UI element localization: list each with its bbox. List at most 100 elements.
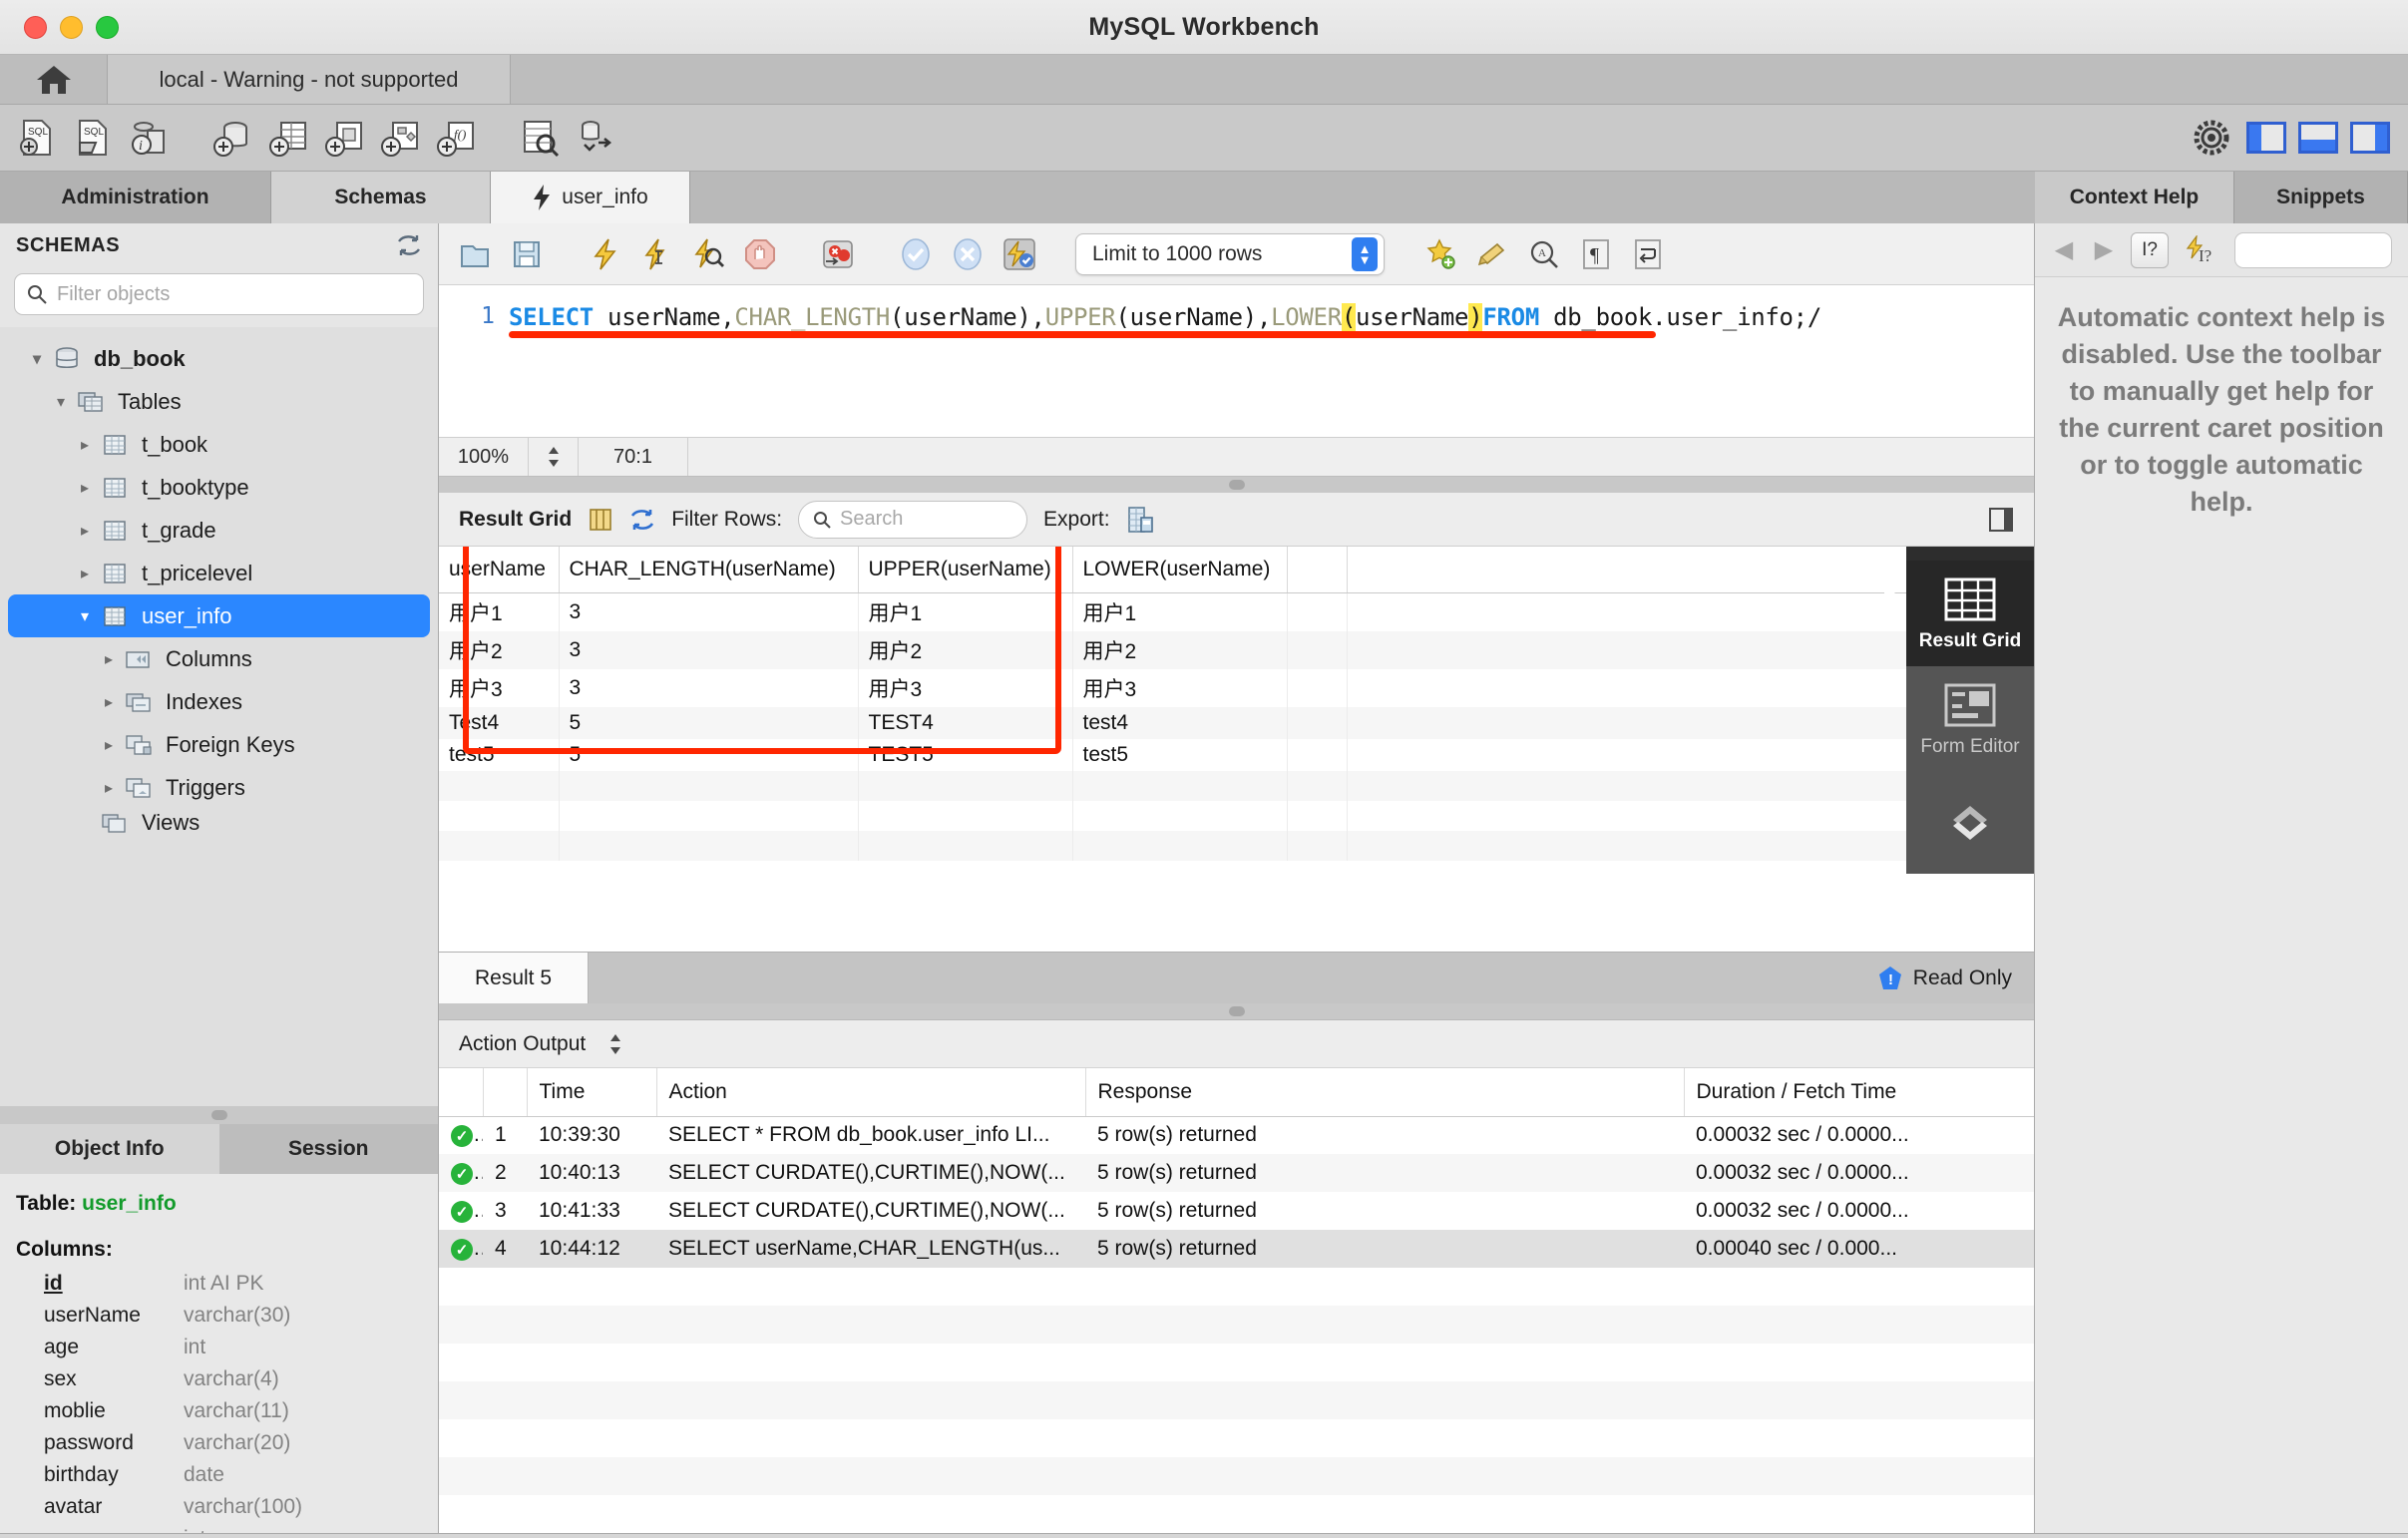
chevron-right-icon[interactable]: ▸ [72, 478, 98, 498]
result-tab-5[interactable]: Result 5 [439, 953, 589, 1003]
tab-administration[interactable]: Administration [0, 172, 271, 223]
auto-help-icon[interactable]: I? [2183, 232, 2220, 268]
stop-on-error-icon[interactable] [816, 232, 860, 276]
tree-node-user-info[interactable]: ▾ user_info [8, 594, 430, 637]
ao-col-response[interactable]: Response [1085, 1068, 1685, 1117]
commit-icon[interactable] [894, 232, 938, 276]
cell-lower[interactable]: 用户3 [1072, 668, 1288, 707]
connection-tab[interactable]: local - Warning - not supported [108, 55, 511, 104]
tree-node-db-book[interactable]: ▾ db_book [0, 337, 438, 380]
toggle-right-panel-icon[interactable] [2350, 122, 2390, 154]
filter-rows-input[interactable] [840, 508, 1013, 531]
table-row[interactable]: ✓ 2 10:40:13 SELECT CURDATE(),CURTIME(),… [439, 1154, 2034, 1192]
limit-rows-stepper[interactable]: ▲ ▼ [1352, 236, 1378, 271]
cell-upper[interactable]: 用户2 [858, 630, 1073, 669]
show-invisible-chars-icon[interactable]: ¶ [1574, 232, 1618, 276]
cell-lower[interactable] [1072, 770, 1288, 801]
export-recordset-icon[interactable] [1126, 506, 1154, 534]
panel-toggle-icon[interactable] [1988, 507, 2014, 533]
cell-charlength[interactable]: 3 [559, 592, 859, 631]
inspect-table-icon[interactable] [517, 115, 563, 161]
cell-lower[interactable]: test4 [1072, 706, 1288, 739]
tab-snippets-top[interactable]: Snippets [2234, 172, 2408, 223]
cell-charlength[interactable]: 3 [559, 668, 859, 707]
refresh-icon[interactable] [396, 233, 422, 257]
table-row[interactable]: Test4 5 TEST4 test4 [439, 706, 2034, 739]
col-header-charlength[interactable]: CHAR_LENGTH(userName) [559, 547, 859, 593]
tab-object-info[interactable]: Object Info [0, 1124, 219, 1174]
table-row[interactable]: ✓ 3 10:41:33 SELECT CURDATE(),CURTIME(),… [439, 1192, 2034, 1230]
chevron-right-icon[interactable]: ▸ [72, 564, 98, 583]
tree-node-tables[interactable]: ▾ Tables [0, 380, 438, 423]
form-editor-view-button[interactable]: Form Editor [1906, 666, 2034, 772]
cell-username[interactable]: test5 [439, 738, 560, 771]
cell-blank[interactable] [1287, 800, 1348, 831]
table-row[interactable] [439, 800, 2034, 831]
result-output-splitter[interactable] [439, 1003, 2034, 1019]
cell-lower[interactable] [1072, 830, 1288, 861]
cell-upper[interactable]: TEST4 [858, 706, 1073, 739]
ao-col-duration[interactable]: Duration / Fetch Time [1684, 1068, 2034, 1117]
stop-icon[interactable] [738, 232, 782, 276]
cell-blank[interactable] [1287, 668, 1348, 707]
cell-blank[interactable] [1287, 738, 1348, 771]
cell-username[interactable]: 用户1 [439, 592, 560, 631]
cell-username[interactable] [439, 800, 560, 831]
cell-upper[interactable]: TEST5 [858, 738, 1073, 771]
tab-schemas[interactable]: Schemas [271, 172, 491, 223]
filter-rows-searchbox[interactable] [798, 500, 1028, 539]
open-sql-script-icon[interactable]: SQL [70, 115, 116, 161]
table-row[interactable] [439, 770, 2034, 801]
record-navigation-button[interactable] [1906, 772, 2034, 874]
tree-node-indexes[interactable]: ▸ Indexes [0, 680, 438, 723]
grid-columns-icon[interactable] [588, 507, 613, 533]
context-help-search-input[interactable] [2234, 231, 2392, 268]
cell-blank[interactable] [1287, 770, 1348, 801]
cell-charlength[interactable]: 5 [559, 738, 859, 771]
schema-tree[interactable]: ▾ db_book ▾ Tables ▸ t_book ▸ t_booktype… [0, 327, 438, 1106]
cell-charlength[interactable] [559, 800, 859, 831]
toggle-snippets-icon[interactable] [1418, 232, 1462, 276]
table-row[interactable] [439, 830, 2034, 861]
cell-upper[interactable] [858, 830, 1073, 861]
cell-username[interactable] [439, 770, 560, 801]
cell-charlength[interactable] [559, 830, 859, 861]
create-schema-icon[interactable] [209, 115, 255, 161]
table-row[interactable]: 用户1 3 用户1 用户1 [439, 592, 2034, 631]
sql-editor[interactable]: 1 SELECT userName,CHAR_LENGTH(userName),… [439, 285, 2034, 437]
server-status-icon[interactable]: i [126, 115, 172, 161]
caret-help-icon[interactable]: I? [2131, 231, 2169, 268]
open-file-icon[interactable] [453, 232, 497, 276]
tree-node-foreign-keys[interactable]: ▸ Foreign Keys [0, 723, 438, 766]
tree-node-t-book[interactable]: ▸ t_book [0, 423, 438, 466]
chevron-down-icon[interactable]: ▾ [48, 392, 74, 412]
zoom-stepper[interactable] [529, 438, 579, 476]
forward-arrow-icon[interactable]: ▶ [2091, 235, 2117, 264]
chevron-right-icon[interactable]: ▸ [96, 692, 122, 712]
tab-session[interactable]: Session [218, 1124, 438, 1174]
tree-node-views[interactable]: Views [0, 809, 438, 837]
refresh-grid-icon[interactable] [629, 508, 655, 532]
table-row[interactable]: 用户2 3 用户2 用户2 [439, 630, 2034, 669]
cell-lower[interactable]: 用户1 [1072, 592, 1288, 631]
chevron-right-icon[interactable]: ▸ [96, 778, 122, 798]
gear-icon[interactable] [2189, 115, 2234, 161]
toggle-bottom-panel-icon[interactable] [2298, 122, 2338, 154]
new-sql-tab-icon[interactable]: SQL [14, 115, 60, 161]
col-header-blank[interactable] [1287, 547, 1348, 593]
cell-lower[interactable]: test5 [1072, 738, 1288, 771]
table-row[interactable]: 用户3 3 用户3 用户3 [439, 668, 2034, 707]
execute-icon[interactable] [583, 232, 626, 276]
cell-upper[interactable]: 用户3 [858, 668, 1073, 707]
tree-node-t-booktype[interactable]: ▸ t_booktype [0, 466, 438, 509]
chevron-right-icon[interactable]: ▸ [96, 649, 122, 669]
result-grid-view-button[interactable]: Result Grid [1906, 561, 2034, 666]
execute-current-statement-icon[interactable] [634, 232, 678, 276]
create-function-icon[interactable]: f() [433, 115, 479, 161]
cell-charlength[interactable]: 5 [559, 706, 859, 739]
cell-blank[interactable] [1287, 706, 1348, 739]
home-button[interactable] [0, 55, 108, 104]
toggle-left-panel-icon[interactable] [2246, 122, 2286, 154]
table-row[interactable]: ✓ 1 10:39:30 SELECT * FROM db_book.user_… [439, 1116, 2034, 1154]
chevron-right-icon[interactable]: ▸ [72, 521, 98, 541]
